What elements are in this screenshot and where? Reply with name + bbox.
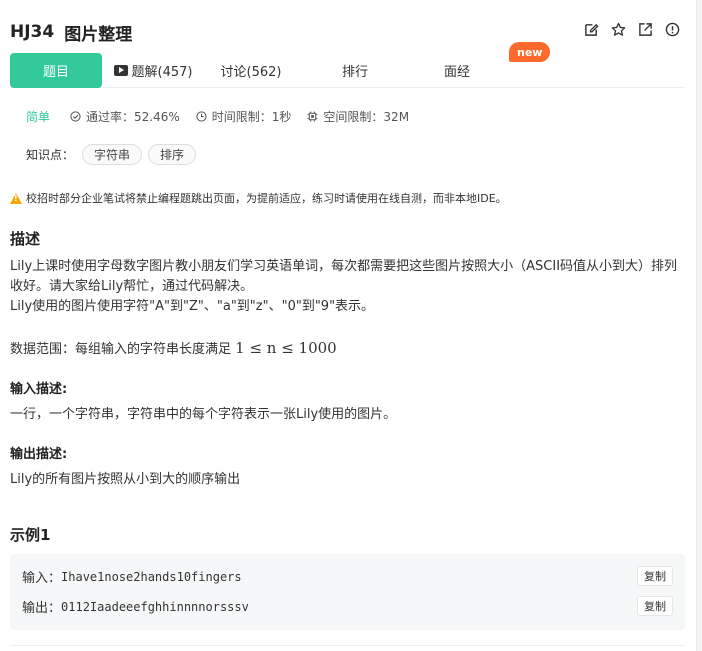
input-desc-title: 输入描述:: [10, 382, 68, 397]
input-desc-text: 一行，一个字符串，字符串中的每个字符表示一张Lily使用的图片。: [10, 407, 397, 422]
problem-meta: 简单 通过率：52.46% 时间限制：1秒 空间限制：32M: [26, 108, 425, 125]
tab-label: 讨论(562): [220, 64, 282, 80]
space-limit-text: 空间限制：32M: [323, 110, 410, 124]
star-icon[interactable]: [611, 22, 626, 37]
tab-interview[interactable]: 面经: [410, 53, 504, 88]
problem-header: HJ34 图片整理: [10, 20, 133, 45]
tab-ranking[interactable]: 排行: [308, 53, 402, 88]
external-link-icon[interactable]: [638, 22, 653, 37]
time-limit-text: 时间限制：1秒: [211, 110, 292, 124]
description-line2: Lily使用的图片使用字符"A"到"Z"、"a"到"z"、"0"到"9"表示。: [10, 299, 375, 314]
example-box: 输入： Ihave1nose2hands10fingers 复制 输出： 011…: [10, 554, 685, 630]
edit-icon[interactable]: [584, 22, 599, 37]
example-output-value: 0112Iaadeeefghhinnnnorsssv: [61, 599, 249, 614]
copy-input-button[interactable]: 复制: [637, 566, 673, 586]
tab-label: 排行: [341, 64, 368, 80]
copy-output-button[interactable]: 复制: [637, 596, 673, 616]
data-range-formula: 1 ≤ n ≤ 1000: [235, 339, 337, 357]
divider: [10, 645, 685, 646]
example-title: 示例1: [10, 526, 51, 544]
output-desc-text: Lily的所有图片按照从小到大的顺序输出: [10, 472, 241, 487]
problem-card: HJ34 图片整理 题目 题解(457) 讨论(562) 排行 面经 new 简…: [0, 0, 697, 651]
problem-title: 图片整理: [64, 24, 133, 45]
problem-id: HJ34: [10, 22, 55, 42]
time-limit: 时间限制：1秒: [196, 108, 292, 125]
tab-problem[interactable]: 题目: [10, 52, 102, 88]
knowledge-points: 知识点： 字符串 排序: [26, 144, 202, 165]
clock-icon: [196, 111, 207, 122]
knowledge-label: 知识点：: [26, 148, 75, 162]
space-limit: 空间限制：32M: [307, 108, 409, 125]
tab-label: 面经: [443, 64, 470, 80]
info-icon[interactable]: [665, 22, 680, 37]
example-input-row: 输入： Ihave1nose2hands10fingers: [22, 567, 242, 587]
example-input-label: 输入：: [22, 571, 62, 586]
new-badge: new: [509, 42, 551, 62]
tag-sort[interactable]: 排序: [148, 144, 197, 165]
description-title: 描述: [10, 230, 41, 248]
warning-notice: 校招时部分企业笔试将禁止编程题跳出页面，为提前适应，练习时请使用在线自测，而非本…: [10, 190, 507, 206]
tab-discussion[interactable]: 讨论(562): [204, 53, 298, 88]
warning-text: 校招时部分企业笔试将禁止编程题跳出页面，为提前适应，练习时请使用在线自测，而非本…: [26, 192, 507, 205]
data-range: 数据范围：每组输入的字符串长度满足 1 ≤ n ≤ 1000: [10, 338, 680, 360]
chip-icon: [307, 111, 318, 122]
difficulty-label: 简单: [26, 110, 51, 124]
video-icon: [113, 64, 128, 76]
warning-icon: [10, 192, 22, 204]
description-line1: Lily上课时使用字母数字图片教小朋友们学习英语单词，每次都需要把这些图片按照大…: [10, 259, 678, 294]
tab-label: 题解(457): [131, 64, 193, 80]
check-circle-icon: [70, 111, 81, 122]
tab-label: 题目: [42, 64, 69, 80]
pass-rate: 通过率：52.46%: [70, 108, 180, 125]
example-output-row: 输出： 0112Iaadeeefghhinnnnorsssv: [22, 597, 249, 617]
problem-tabs: 题目 题解(457) 讨论(562) 排行 面经: [10, 52, 685, 88]
pass-rate-text: 通过率：52.46%: [86, 110, 180, 124]
output-desc-title: 输出描述:: [10, 447, 68, 462]
tag-string[interactable]: 字符串: [82, 144, 143, 165]
example-output-label: 输出：: [22, 601, 62, 616]
example-input-value: Ihave1nose2hands10fingers: [61, 569, 242, 584]
data-range-text: 数据范围：每组输入的字符串长度满足: [10, 342, 236, 357]
tab-solutions[interactable]: 题解(457): [106, 53, 200, 88]
header-actions: [584, 22, 680, 37]
